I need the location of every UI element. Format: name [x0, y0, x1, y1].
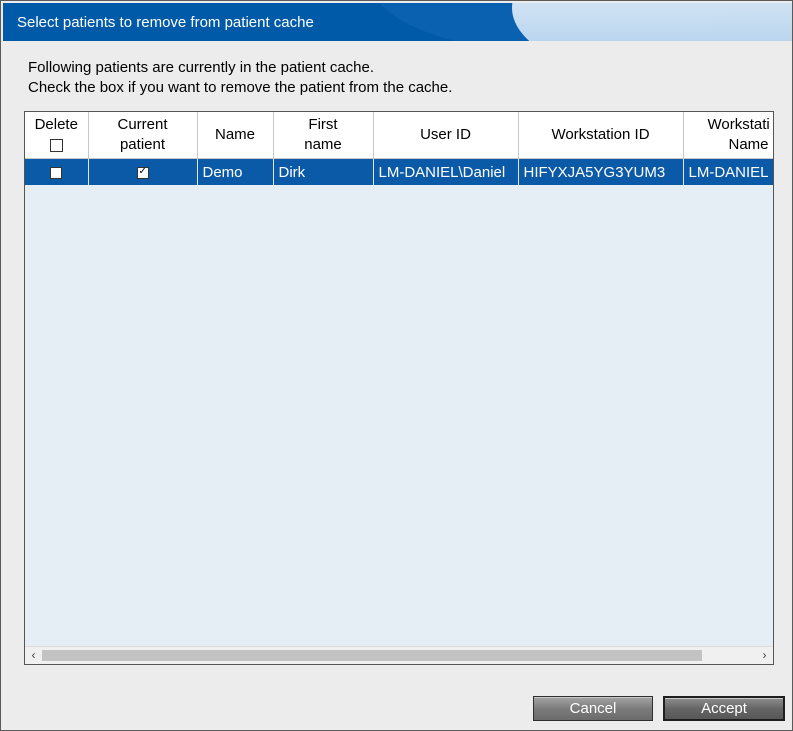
- column-header-first-name[interactable]: First name: [273, 112, 374, 159]
- column-header-workstation-id[interactable]: Workstation ID: [518, 112, 684, 159]
- cancel-button[interactable]: Cancel: [533, 696, 653, 721]
- select-all-checkbox[interactable]: [49, 138, 63, 152]
- current-patient-checkbox[interactable]: ✓: [136, 165, 149, 179]
- header-row: Delete Current patient Name First name U…: [25, 112, 773, 159]
- remove-patients-dialog: Select patients to remove from patient c…: [0, 0, 793, 731]
- patient-cache-grid: Delete Current patient Name First name U…: [24, 111, 774, 665]
- column-header-label: Name: [214, 126, 255, 143]
- name-cell: Demo: [197, 158, 274, 185]
- column-header-workstation-name[interactable]: Workstati Name: [683, 112, 773, 159]
- accept-button[interactable]: Accept: [663, 696, 785, 721]
- column-header-current-patient[interactable]: Current patient: [88, 112, 198, 159]
- column-header-delete[interactable]: Delete: [25, 112, 89, 159]
- column-header-label: Current: [117, 116, 168, 133]
- title-bar: Select patients to remove from patient c…: [3, 3, 792, 41]
- info-text: Following patients are currently in the …: [28, 58, 452, 98]
- column-header-label-2: Name: [728, 136, 769, 153]
- column-header-label-2: patient: [119, 136, 166, 153]
- checkmark-icon: ✓: [138, 165, 147, 177]
- patient-table: Delete Current patient Name First name U…: [25, 112, 773, 185]
- column-header-user-id[interactable]: User ID: [373, 112, 519, 159]
- column-header-label: Delete: [34, 116, 78, 133]
- title-bar-swoosh: [512, 3, 792, 41]
- column-header-label: First: [308, 116, 338, 133]
- first-name-cell: Dirk: [273, 158, 374, 185]
- scroll-left-icon[interactable]: ‹: [25, 647, 42, 664]
- scroll-right-icon[interactable]: ›: [756, 647, 773, 664]
- scrollbar-thumb[interactable]: [42, 650, 702, 661]
- delete-checkbox[interactable]: [50, 166, 63, 179]
- workstation-name-cell: LM-DANIEL: [683, 158, 773, 185]
- current-patient-cell: ✓: [88, 158, 198, 185]
- dialog-title: Select patients to remove from patient c…: [17, 14, 314, 31]
- column-header-label: Workstati: [707, 116, 770, 133]
- column-header-name[interactable]: Name: [197, 112, 274, 159]
- user-id-cell: LM-DANIEL\Daniel: [373, 158, 519, 185]
- horizontal-scrollbar[interactable]: ‹ ›: [25, 646, 773, 664]
- column-header-label-2: name: [304, 136, 342, 153]
- column-header-label: User ID: [420, 126, 471, 143]
- workstation-id-cell: HIFYXJA5YG3YUM3: [518, 158, 684, 185]
- info-line-1: Following patients are currently in the …: [28, 59, 375, 76]
- info-line-2: Check the box if you want to remove the …: [28, 79, 453, 96]
- column-header-label: Workstation ID: [551, 126, 650, 143]
- delete-cell: [25, 158, 89, 185]
- table-row[interactable]: ✓ Demo Dirk LM-DANIEL\Daniel HIFYXJA5YG3…: [25, 158, 773, 185]
